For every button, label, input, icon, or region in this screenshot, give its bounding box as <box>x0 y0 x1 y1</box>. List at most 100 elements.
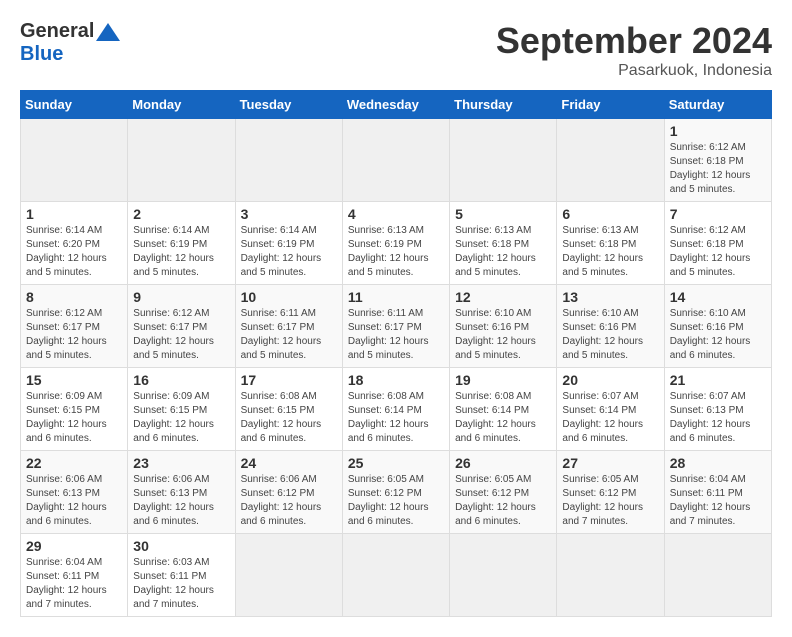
calendar-week-4: 22 Sunrise: 6:06 AMSunset: 6:13 PMDayligh… <box>21 451 772 534</box>
header-thursday: Thursday <box>450 91 557 119</box>
day-info: Sunrise: 6:13 AMSunset: 6:18 PMDaylight:… <box>562 224 658 280</box>
day-info: Sunrise: 6:08 AMSunset: 6:15 PMDaylight:… <box>241 390 337 446</box>
header-wednesday: Wednesday <box>342 91 449 119</box>
day-info: Sunrise: 6:09 AMSunset: 6:15 PMDaylight:… <box>26 390 122 446</box>
day-info: Sunrise: 6:06 AMSunset: 6:13 PMDaylight:… <box>26 473 122 529</box>
calendar-cell: 29 Sunrise: 6:04 AMSunset: 6:11 PMDayligh… <box>21 534 128 617</box>
calendar-cell: 19 Sunrise: 6:08 AMSunset: 6:14 PMDayligh… <box>450 368 557 451</box>
day-info: Sunrise: 6:11 AMSunset: 6:17 PMDaylight:… <box>348 307 444 363</box>
calendar-header-row: SundayMondayTuesdayWednesdayThursdayFrid… <box>21 91 772 119</box>
day-number: 7 <box>670 206 766 222</box>
day-number: 15 <box>26 372 122 388</box>
day-number: 27 <box>562 455 658 471</box>
calendar-cell <box>128 119 235 202</box>
calendar-week-3: 15 Sunrise: 6:09 AMSunset: 6:15 PMDayligh… <box>21 368 772 451</box>
day-info: Sunrise: 6:12 AMSunset: 6:17 PMDaylight:… <box>133 307 229 363</box>
calendar-cell: 20 Sunrise: 6:07 AMSunset: 6:14 PMDayligh… <box>557 368 664 451</box>
day-number: 20 <box>562 372 658 388</box>
day-info: Sunrise: 6:06 AMSunset: 6:13 PMDaylight:… <box>133 473 229 529</box>
day-number: 6 <box>562 206 658 222</box>
calendar-cell: 16 Sunrise: 6:09 AMSunset: 6:15 PMDayligh… <box>128 368 235 451</box>
day-number: 21 <box>670 372 766 388</box>
day-number: 30 <box>133 538 229 554</box>
calendar-cell: 3Sunrise: 6:14 AMSunset: 6:19 PMDaylight… <box>235 202 342 285</box>
day-number: 25 <box>348 455 444 471</box>
day-info: Sunrise: 6:04 AMSunset: 6:11 PMDaylight:… <box>670 473 766 529</box>
day-number: 18 <box>348 372 444 388</box>
day-info: Sunrise: 6:05 AMSunset: 6:12 PMDaylight:… <box>455 473 551 529</box>
day-number: 1 <box>670 123 766 139</box>
calendar-cell: 10Sunrise: 6:11 AMSunset: 6:17 PMDayligh… <box>235 285 342 368</box>
day-number: 17 <box>241 372 337 388</box>
day-number: 11 <box>348 289 444 305</box>
calendar-cell: 4Sunrise: 6:13 AMSunset: 6:19 PMDaylight… <box>342 202 449 285</box>
day-info: Sunrise: 6:05 AMSunset: 6:12 PMDaylight:… <box>562 473 658 529</box>
day-number: 23 <box>133 455 229 471</box>
calendar-cell <box>664 534 771 617</box>
calendar-cell <box>450 534 557 617</box>
day-info: Sunrise: 6:14 AMSunset: 6:20 PMDaylight:… <box>26 224 122 280</box>
calendar-cell: 11 Sunrise: 6:11 AMSunset: 6:17 PMDayligh… <box>342 285 449 368</box>
header-tuesday: Tuesday <box>235 91 342 119</box>
day-number: 14 <box>670 289 766 305</box>
day-number: 19 <box>455 372 551 388</box>
calendar-cell: 22 Sunrise: 6:06 AMSunset: 6:13 PMDayligh… <box>21 451 128 534</box>
calendar-cell: 27 Sunrise: 6:05 AMSunset: 6:12 PMDayligh… <box>557 451 664 534</box>
calendar-cell: 6 Sunrise: 6:13 AMSunset: 6:18 PMDaylight… <box>557 202 664 285</box>
day-number: 26 <box>455 455 551 471</box>
day-number: 29 <box>26 538 122 554</box>
calendar-cell: 5 Sunrise: 6:13 AMSunset: 6:18 PMDaylight… <box>450 202 557 285</box>
calendar-week-2: 8Sunrise: 6:12 AMSunset: 6:17 PMDaylight… <box>21 285 772 368</box>
calendar-table: SundayMondayTuesdayWednesdayThursdayFrid… <box>20 90 772 617</box>
day-number: 2 <box>133 206 229 222</box>
calendar-cell: 28Sunrise: 6:04 AMSunset: 6:11 PMDayligh… <box>664 451 771 534</box>
header-monday: Monday <box>128 91 235 119</box>
day-info: Sunrise: 6:12 AMSunset: 6:17 PMDaylight:… <box>26 307 122 363</box>
day-info: Sunrise: 6:06 AMSunset: 6:12 PMDaylight:… <box>241 473 337 529</box>
calendar-cell: 23 Sunrise: 6:06 AMSunset: 6:13 PMDayligh… <box>128 451 235 534</box>
day-info: Sunrise: 6:08 AMSunset: 6:14 PMDaylight:… <box>455 390 551 446</box>
day-number: 13 <box>562 289 658 305</box>
calendar-week-1: 1 Sunrise: 6:14 AMSunset: 6:20 PMDaylight… <box>21 202 772 285</box>
day-info: Sunrise: 6:07 AMSunset: 6:14 PMDaylight:… <box>562 390 658 446</box>
day-number: 22 <box>26 455 122 471</box>
calendar-cell: 12Sunrise: 6:10 AMSunset: 6:16 PMDayligh… <box>450 285 557 368</box>
title-block: September 2024 Pasarkuok, Indonesia <box>496 20 772 80</box>
month-title: September 2024 <box>496 20 772 62</box>
calendar-cell: 21Sunrise: 6:07 AMSunset: 6:13 PMDayligh… <box>664 368 771 451</box>
calendar-cell: 24 Sunrise: 6:06 AMSunset: 6:12 PMDayligh… <box>235 451 342 534</box>
day-info: Sunrise: 6:03 AMSunset: 6:11 PMDaylight:… <box>133 556 229 612</box>
calendar-week-5: 29 Sunrise: 6:04 AMSunset: 6:11 PMDayligh… <box>21 534 772 617</box>
day-info: Sunrise: 6:10 AMSunset: 6:16 PMDaylight:… <box>455 307 551 363</box>
header-sunday: Sunday <box>21 91 128 119</box>
calendar-cell: 8Sunrise: 6:12 AMSunset: 6:17 PMDaylight… <box>21 285 128 368</box>
calendar-cell: 1 Sunrise: 6:14 AMSunset: 6:20 PMDaylight… <box>21 202 128 285</box>
calendar-cell <box>235 534 342 617</box>
calendar-cell <box>342 119 449 202</box>
calendar-cell: 9 Sunrise: 6:12 AMSunset: 6:17 PMDaylight… <box>128 285 235 368</box>
day-number: 16 <box>133 372 229 388</box>
day-info: Sunrise: 6:13 AMSunset: 6:19 PMDaylight:… <box>348 224 444 280</box>
page-header: General Blue September 2024 Pasarkuok, I… <box>20 20 772 80</box>
day-number: 5 <box>455 206 551 222</box>
logo-blue-text: Blue <box>20 43 63 66</box>
header-saturday: Saturday <box>664 91 771 119</box>
calendar-cell <box>557 534 664 617</box>
day-info: Sunrise: 6:04 AMSunset: 6:11 PMDaylight:… <box>26 556 122 612</box>
calendar-week-0: 1 Sunrise: 6:12 AMSunset: 6:18 PMDaylight… <box>21 119 772 202</box>
calendar-cell: 25Sunrise: 6:05 AMSunset: 6:12 PMDayligh… <box>342 451 449 534</box>
day-info: Sunrise: 6:08 AMSunset: 6:14 PMDaylight:… <box>348 390 444 446</box>
calendar-cell: 26 Sunrise: 6:05 AMSunset: 6:12 PMDayligh… <box>450 451 557 534</box>
header-friday: Friday <box>557 91 664 119</box>
calendar-cell <box>342 534 449 617</box>
day-number: 1 <box>26 206 122 222</box>
day-info: Sunrise: 6:12 AMSunset: 6:18 PMDaylight:… <box>670 141 766 197</box>
day-info: Sunrise: 6:09 AMSunset: 6:15 PMDaylight:… <box>133 390 229 446</box>
day-info: Sunrise: 6:10 AMSunset: 6:16 PMDaylight:… <box>670 307 766 363</box>
calendar-cell: 18 Sunrise: 6:08 AMSunset: 6:14 PMDayligh… <box>342 368 449 451</box>
day-number: 24 <box>241 455 337 471</box>
day-info: Sunrise: 6:13 AMSunset: 6:18 PMDaylight:… <box>455 224 551 280</box>
logo-icon <box>96 23 120 41</box>
calendar-cell <box>557 119 664 202</box>
day-number: 9 <box>133 289 229 305</box>
